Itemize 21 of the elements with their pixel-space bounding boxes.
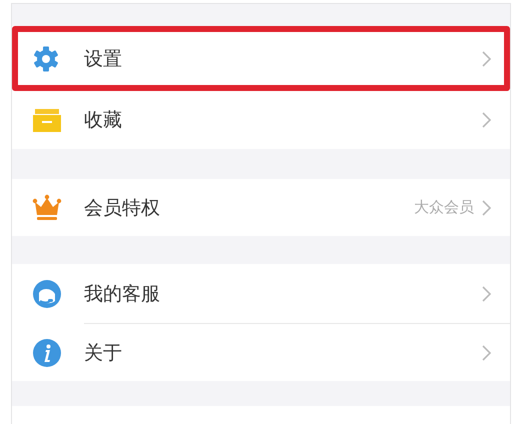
menu-item[interactable]: 会员特权 大众会员 <box>12 179 510 236</box>
chevron-icon <box>482 344 492 360</box>
menu-label: 设置 <box>84 46 123 72</box>
menu-item[interactable]: 我的客服 <box>12 264 510 324</box>
chevron-icon <box>482 286 492 302</box>
chevron-icon <box>482 112 492 128</box>
chevron-icon <box>482 50 492 66</box>
headset-icon <box>32 279 62 309</box>
box-icon <box>32 107 62 133</box>
gear-icon <box>32 44 60 72</box>
chevron-icon <box>482 200 492 216</box>
menu-label: 我的客服 <box>84 282 161 307</box>
menu-label: 会员特权 <box>84 196 161 220</box>
menu-item[interactable]: 关于 <box>12 324 510 381</box>
menu-item[interactable]: 收藏 <box>12 91 510 149</box>
menu-item[interactable]: 设置 <box>12 26 510 91</box>
menu-label: 关于 <box>84 340 123 366</box>
crown-icon <box>32 194 62 222</box>
menu-value: 大众会员 <box>414 198 474 217</box>
info-icon <box>32 338 62 368</box>
menu-label: 收藏 <box>84 108 123 133</box>
